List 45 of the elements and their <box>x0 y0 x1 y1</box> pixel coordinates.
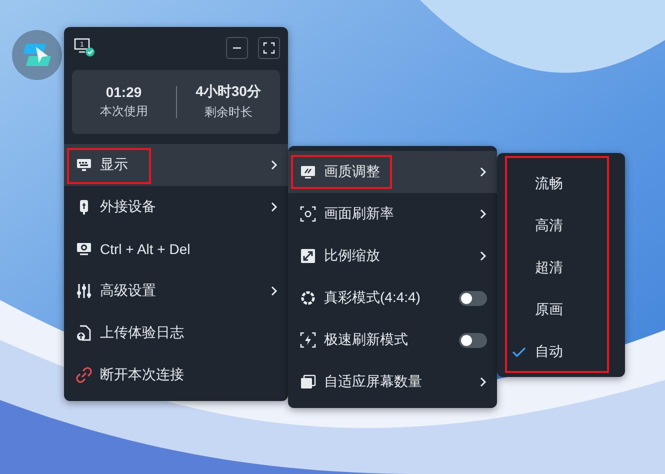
monitor-gear-icon <box>76 241 92 257</box>
chevron-right-icon <box>270 201 278 213</box>
chevron-right-icon <box>479 376 487 388</box>
menu-item[interactable]: 外接设备 <box>64 186 288 228</box>
fullscreen-button[interactable] <box>258 37 280 59</box>
chevron-right-icon <box>270 159 278 171</box>
stat-value: 4小时30分 <box>196 83 261 101</box>
quality-option[interactable]: 流畅 <box>509 167 605 201</box>
quality-option[interactable]: 超清 <box>509 251 605 285</box>
document-upload-icon <box>76 325 92 341</box>
minimize-button[interactable] <box>226 37 248 59</box>
submenu-item[interactable]: 真彩模式(4:4:4) <box>288 277 497 319</box>
toggle-switch[interactable] <box>459 332 487 348</box>
lightning-frame-icon <box>300 332 316 348</box>
submenu-item[interactable]: 画质调整 <box>288 151 497 193</box>
stat-label: 本次使用 <box>100 103 148 120</box>
menu-item[interactable]: 显示 <box>64 144 288 186</box>
sliders-icon <box>76 283 92 299</box>
fullscreen-icon <box>263 42 275 54</box>
chevron-right-icon <box>479 208 487 220</box>
menu-item[interactable]: Ctrl + Alt + Del <box>64 228 288 270</box>
menu-item[interactable]: 上传体验日志 <box>64 312 288 354</box>
submenu-item[interactable]: 自适应屏幕数量 <box>288 361 497 403</box>
broken-link-icon <box>76 367 92 383</box>
menu-item[interactable]: 断开本次连接 <box>64 354 288 396</box>
monitor-icon <box>300 164 316 180</box>
stat-label: 剩余时长 <box>204 104 252 121</box>
ring-icon <box>300 290 316 306</box>
quality-option[interactable]: 自动 <box>509 335 605 369</box>
app-logo-icon[interactable] <box>12 30 62 80</box>
chevron-right-icon <box>270 285 278 297</box>
submenu-item[interactable]: 极速刷新模式 <box>288 319 497 361</box>
keyboard-monitor-icon <box>76 157 92 173</box>
stat-value: 01:29 <box>106 84 142 100</box>
submenu-item[interactable]: 画面刷新率 <box>288 193 497 235</box>
submenu-item[interactable]: 比例缩放 <box>288 235 497 277</box>
quality-option[interactable]: 原画 <box>509 293 605 327</box>
menu-item[interactable]: 高级设置 <box>64 270 288 312</box>
windows-icon <box>300 374 316 390</box>
toggle-switch[interactable] <box>459 290 487 306</box>
chevron-right-icon <box>479 166 487 178</box>
resize-icon <box>300 248 316 264</box>
refresh-frame-icon <box>300 206 316 222</box>
chevron-right-icon <box>479 250 487 262</box>
quality-option[interactable]: 高清 <box>509 209 605 243</box>
